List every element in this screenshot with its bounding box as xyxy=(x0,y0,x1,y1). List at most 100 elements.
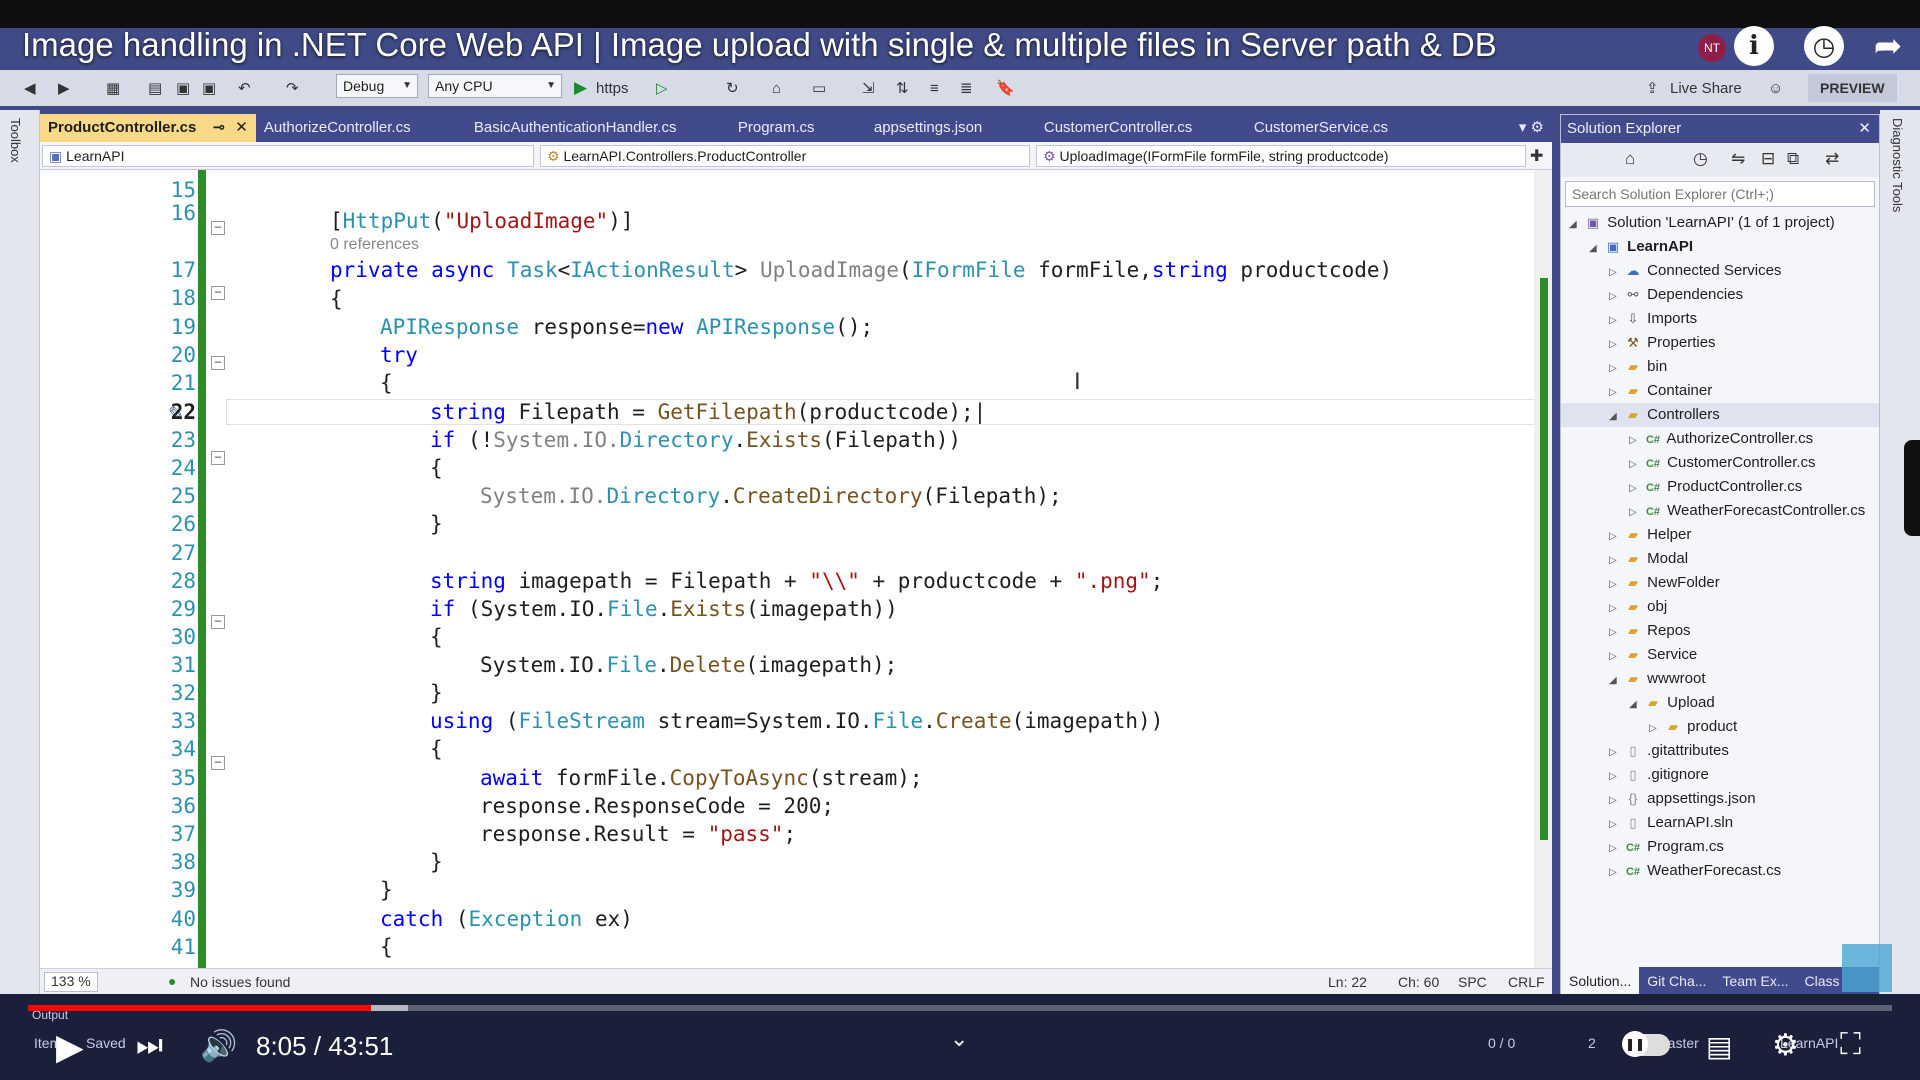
show-all-icon[interactable]: ⧉ xyxy=(1787,149,1799,169)
expand-icon[interactable]: ▷ xyxy=(1609,789,1623,813)
volume-icon[interactable]: 🔊 xyxy=(200,1029,237,1064)
fold-toggle[interactable]: − xyxy=(211,756,225,770)
tree-item[interactable]: ◢ ▣ LearnAPI xyxy=(1561,235,1879,259)
tree-item[interactable]: ▷ ▰ NewFolder xyxy=(1561,571,1879,595)
back-icon[interactable]: ◀ xyxy=(24,78,36,98)
expand-icon[interactable]: ▷ xyxy=(1609,645,1623,669)
expand-icon[interactable]: ▷ xyxy=(1609,765,1623,789)
project-dropdown[interactable]: ▣ LearnAPI xyxy=(42,145,534,167)
tree-item[interactable]: ▷ C# CustomerController.cs xyxy=(1561,451,1879,475)
tree-item[interactable]: ▷ ▰ obj xyxy=(1561,595,1879,619)
issues-status[interactable]: No issues found xyxy=(190,974,290,990)
hot-reload-icon[interactable]: ⌂ xyxy=(772,78,781,98)
fold-toggle[interactable]: − xyxy=(211,356,225,370)
close-icon[interactable]: ✕ xyxy=(1858,115,1871,143)
settings-icon[interactable]: ⚙ xyxy=(1772,1028,1799,1063)
diagnostic-tools-tab[interactable]: Diagnostic Tools xyxy=(1890,118,1905,212)
tree-item[interactable]: ▷ ⚒ Properties xyxy=(1561,331,1879,355)
save-icon[interactable]: ▣ xyxy=(176,78,190,98)
platform-dropdown[interactable]: Any CPU ▼ xyxy=(428,74,562,98)
forward-icon[interactable]: ▶ xyxy=(58,78,70,98)
expand-icon[interactable]: ▷ xyxy=(1609,357,1623,381)
tree-item[interactable]: ▷ ▰ product xyxy=(1561,715,1879,739)
expand-icon[interactable]: ▷ xyxy=(1609,621,1623,645)
tree-item[interactable]: ▷ {} appsettings.json xyxy=(1561,787,1879,811)
redo-icon[interactable]: ↷ xyxy=(286,78,299,98)
layout-icon[interactable]: ▭ xyxy=(812,78,826,98)
tab-program[interactable]: Program.cs xyxy=(730,114,866,142)
commits-status[interactable]: 2 xyxy=(1588,1035,1596,1051)
zoom-dropdown[interactable]: 133 % xyxy=(44,972,98,992)
tab-git-changes[interactable]: Git Cha... xyxy=(1639,967,1714,995)
expand-icon[interactable]: ▷ xyxy=(1609,597,1623,621)
expand-icon[interactable]: ▷ xyxy=(1609,333,1623,357)
fold-toggle[interactable]: − xyxy=(211,451,225,465)
tree-item[interactable]: ▷ ☁ Connected Services xyxy=(1561,259,1879,283)
tab-solution[interactable]: Solution... xyxy=(1561,967,1640,995)
expand-icon[interactable]: ◢ xyxy=(1609,405,1623,429)
expand-icon[interactable]: ◢ xyxy=(1629,693,1643,717)
expand-icon[interactable]: ▷ xyxy=(1609,573,1623,597)
tab-class-view[interactable]: Class xyxy=(1797,967,1848,995)
share-icon[interactable]: ➦ xyxy=(1868,26,1908,66)
watch-later-icon[interactable]: ◷ xyxy=(1804,26,1844,66)
comment-icon[interactable]: ≡ xyxy=(930,78,939,98)
tab-productcontroller[interactable]: ProductController.cs ⊸ ✕ xyxy=(40,114,256,142)
side-handle[interactable] xyxy=(1904,440,1920,536)
tree-item[interactable]: ▷ C# WeatherForecast.cs xyxy=(1561,859,1879,883)
column-indicator[interactable]: Ch: 60 xyxy=(1398,974,1439,990)
expand-icon[interactable]: ◢ xyxy=(1589,237,1603,261)
tree-item[interactable]: ▷ C# WeatherForecastController.cs xyxy=(1561,499,1879,523)
expand-icon[interactable]: ▷ xyxy=(1609,261,1623,285)
tab-customercontroller[interactable]: CustomerController.cs xyxy=(1036,114,1246,142)
start-without-debug-icon[interactable]: ▷ xyxy=(656,78,668,98)
bookmark-icon[interactable]: 🔖 xyxy=(996,78,1015,98)
video-progress-bar[interactable] xyxy=(28,1005,1892,1011)
whitespace-indicator[interactable]: SPC xyxy=(1458,974,1487,990)
pending-changes-icon[interactable]: ⇄ xyxy=(1825,149,1839,169)
fold-toggle[interactable]: − xyxy=(211,286,225,300)
expand-icon[interactable]: ▷ xyxy=(1609,861,1623,885)
run-target[interactable]: https xyxy=(596,78,629,98)
history-icon[interactable]: ◷ xyxy=(1693,149,1708,169)
expand-icon[interactable]: ▷ xyxy=(1609,813,1623,837)
expand-icon[interactable]: ▷ xyxy=(1609,837,1623,861)
expand-icon[interactable]: ▷ xyxy=(1629,501,1643,525)
save-all-icon[interactable]: ▣ xyxy=(202,78,216,98)
exit-fullscreen-icon[interactable]: ⛶ xyxy=(1840,1028,1861,1062)
expand-icon[interactable]: ▷ xyxy=(1629,477,1643,501)
channel-avatar[interactable]: NT xyxy=(1698,34,1726,62)
live-share-button[interactable]: Live Share xyxy=(1670,78,1742,98)
tab-appsettings[interactable]: appsettings.json xyxy=(866,114,1036,142)
tab-team-explorer[interactable]: Team Ex... xyxy=(1714,967,1796,995)
fold-toggle[interactable]: − xyxy=(211,615,225,629)
expand-icon[interactable]: ▷ xyxy=(1609,381,1623,405)
expand-icon[interactable]: ▷ xyxy=(1609,525,1623,549)
undo-icon[interactable]: ↶ xyxy=(238,78,251,98)
close-icon[interactable]: ✕ xyxy=(235,119,248,136)
tab-basicauthenticationhandler[interactable]: BasicAuthenticationHandler.cs xyxy=(466,114,730,142)
play-icon[interactable]: ▶ xyxy=(56,1026,84,1068)
live-share-icon[interactable]: ⇪ xyxy=(1646,78,1659,98)
new-project-icon[interactable]: ▦ xyxy=(106,78,120,98)
preview-badge[interactable]: PREVIEW xyxy=(1808,74,1897,102)
autoplay-toggle[interactable]: ❚❚ xyxy=(1622,1031,1670,1057)
tree-item[interactable]: ▷ ▯ LearnAPI.sln xyxy=(1561,811,1879,835)
tree-item[interactable]: ▷ ▰ Container xyxy=(1561,379,1879,403)
tree-item[interactable]: ◢ ▰ Controllers xyxy=(1561,403,1879,427)
tree-item[interactable]: ◢ ▣ Solution 'LearnAPI' (1 of 1 project) xyxy=(1561,211,1879,235)
tree-item[interactable]: ▷ ▯ .gitignore xyxy=(1561,763,1879,787)
solution-search-input[interactable] xyxy=(1565,181,1875,207)
expand-icon[interactable]: ◢ xyxy=(1609,669,1623,693)
member-dropdown[interactable]: ⚙ UploadImage(IFormFile formFile, string… xyxy=(1036,145,1526,167)
uncomment-icon[interactable]: ≣ xyxy=(960,78,973,98)
home-icon[interactable]: ⌂ xyxy=(1625,149,1635,169)
info-icon[interactable]: i xyxy=(1734,26,1774,66)
config-dropdown[interactable]: Debug ▼ xyxy=(336,74,418,98)
expand-icon[interactable]: ▷ xyxy=(1609,309,1623,333)
tree-item[interactable]: ▷ C# ProductController.cs xyxy=(1561,475,1879,499)
feedback-icon[interactable]: ☺ xyxy=(1768,78,1783,98)
sync-icon[interactable]: ⇋ xyxy=(1731,149,1745,169)
step-icon[interactable]: ⇲ xyxy=(862,78,875,98)
tree-item[interactable]: ▷ ⇩ Imports xyxy=(1561,307,1879,331)
